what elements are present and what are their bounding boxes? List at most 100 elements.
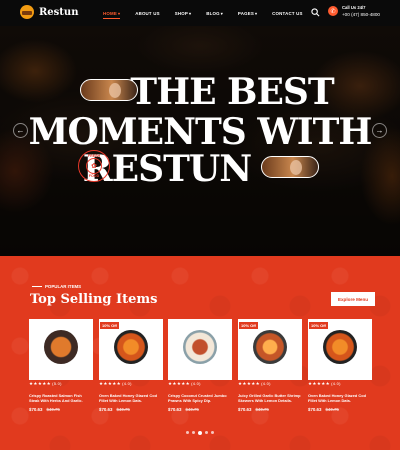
popular-items-section: POPULAR ITEMS Top Selling Items Explore … xyxy=(0,256,400,450)
hero-banner: THE BEST MOMENTS WITH RESTUN FRESH ✿ FOO… xyxy=(0,26,400,256)
star-icons: ★★★★★ xyxy=(168,381,191,386)
hero-heading-line-2: MOMENTS WITH xyxy=(28,111,373,153)
chevron-down-icon: ▾ xyxy=(254,10,258,16)
nav-home[interactable]: HOME ▾ xyxy=(103,10,121,19)
nav-contact-label: CONTACT US xyxy=(272,10,303,16)
nav-shop-label: SHOP xyxy=(174,10,188,16)
price: $70.63 xyxy=(238,407,252,412)
old-price: $40.75 xyxy=(116,407,130,412)
leaf-icon: ✿ xyxy=(86,158,102,174)
section-eyebrow: POPULAR ITEMS xyxy=(32,284,81,289)
burger-logo-icon xyxy=(20,5,34,19)
eyebrow-text: POPULAR ITEMS xyxy=(45,284,82,289)
rating-stars: ★★★★★(5.0) xyxy=(29,381,93,387)
dish-image xyxy=(253,330,287,364)
rating-stars: ★★★★★(4.0) xyxy=(99,381,163,387)
chevron-down-icon: ▾ xyxy=(220,10,223,16)
dish-image xyxy=(183,330,217,364)
nav-pages[interactable]: PAGES ▾ xyxy=(238,11,257,16)
product-card[interactable] xyxy=(29,319,93,380)
price: $70.63 xyxy=(308,407,322,412)
slider-prev-button[interactable]: ← xyxy=(13,123,28,138)
product-card[interactable]: 10% Off xyxy=(238,319,302,380)
star-icons: ★★★★★ xyxy=(29,381,52,386)
star-icons: ★★★★★ xyxy=(238,381,261,386)
site-header: Restun HOME ▾ ABOUT US SHOP ▾ BLOG ▾ PAGES ▾… xyxy=(0,0,400,26)
hero-heading-line-1: THE BEST xyxy=(0,71,400,113)
rating-value: (4.0) xyxy=(191,381,201,386)
price-row: $70.63 $40.75 xyxy=(238,407,302,412)
explore-menu-button[interactable]: Explore Menu xyxy=(331,292,375,306)
nav-shop[interactable]: SHOP ▾ xyxy=(175,11,191,16)
nav-about[interactable]: ABOUT US xyxy=(135,11,160,16)
logo-text: Restun xyxy=(39,6,79,18)
price: $70.63 xyxy=(99,407,113,412)
hero-pill-image xyxy=(261,156,319,178)
nav-about-label: ABOUT US xyxy=(135,10,160,16)
stamp-text-bottom: FOOD xyxy=(88,174,100,178)
call-label: Call Us 24/7 xyxy=(342,5,366,10)
price-row: $70.63 $40.75 xyxy=(308,407,372,412)
product-info: ★★★★★(4.0) Crispy Coconut Crusted Jumbo … xyxy=(168,381,232,412)
call-number[interactable]: +00 (47) 850-4800 xyxy=(342,12,380,17)
hero-heading-line-3: RESTUN xyxy=(0,148,400,190)
nav-blog[interactable]: BLOG ▾ xyxy=(206,11,223,16)
price-row: $70.63 $40.75 xyxy=(168,407,232,412)
eyebrow-line xyxy=(32,286,42,287)
fresh-food-stamp: FRESH ✿ FOOD xyxy=(78,150,110,182)
nav-home-label: HOME xyxy=(103,10,117,16)
logo[interactable]: Restun xyxy=(20,5,78,19)
product-name[interactable]: Oven Baked Honey Glazed Cod Fillet With … xyxy=(308,393,372,403)
slider-dot[interactable] xyxy=(205,431,208,434)
phone-icon[interactable]: ✆ xyxy=(328,6,338,16)
slider-dot[interactable] xyxy=(198,430,202,435)
rating-stars: ★★★★★(4.0) xyxy=(238,381,302,387)
call-info: Call Us 24/7 +00 (47) 850-4800 xyxy=(342,5,380,17)
old-price: $40.75 xyxy=(185,407,199,412)
chevron-down-icon: ▾ xyxy=(188,10,192,16)
product-info: ★★★★★(4.0) Oven Baked Honey Glazed Cod F… xyxy=(99,381,163,412)
price-row: $70.63 $40.75 xyxy=(99,407,163,412)
old-price: $40.75 xyxy=(255,407,269,412)
slider-pagination xyxy=(186,430,214,435)
old-price: $40.75 xyxy=(325,407,339,412)
slider-dot[interactable] xyxy=(186,431,189,434)
nav-pages-label: PAGES xyxy=(237,10,254,16)
price-row: $70.63 $40.75 xyxy=(29,407,93,412)
star-icons: ★★★★★ xyxy=(99,381,122,386)
section-title: Top Selling Items xyxy=(30,292,158,307)
product-info: ★★★★★(4.0) Juicy Grilled Garlic Butter S… xyxy=(238,381,302,412)
rating-stars: ★★★★★(4.0) xyxy=(168,381,232,387)
product-name[interactable]: Juicy Grilled Garlic Butter Shrimp Skewe… xyxy=(238,393,302,403)
product-name[interactable]: Crispy Roasted Salmon Fish Steak With He… xyxy=(29,393,93,403)
rating-value: (4.0) xyxy=(331,381,341,386)
product-info: ★★★★★(5.0) Crispy Roasted Salmon Fish St… xyxy=(29,381,93,412)
price: $70.63 xyxy=(168,407,182,412)
discount-badge: 10% Off xyxy=(309,322,328,329)
discount-badge: 10% Off xyxy=(100,322,119,329)
chevron-down-icon: ▾ xyxy=(117,10,121,16)
slider-dot[interactable] xyxy=(192,431,195,434)
dish-image xyxy=(114,330,148,364)
search-icon[interactable] xyxy=(311,8,320,17)
main-nav: HOME ▾ ABOUT US SHOP ▾ BLOG ▾ PAGES ▾ CONTAC… xyxy=(103,0,303,26)
nav-contact[interactable]: CONTACT US xyxy=(272,11,302,16)
hero-heading-text-1: THE BEST xyxy=(130,71,334,113)
slider-dot[interactable] xyxy=(211,431,214,434)
old-price: $40.75 xyxy=(46,407,60,412)
product-card[interactable] xyxy=(168,319,232,380)
stamp-text-top: FRESH xyxy=(87,154,101,158)
slider-next-button[interactable]: → xyxy=(372,123,387,138)
product-info: ★★★★★(4.0) Oven Baked Honey Glazed Cod F… xyxy=(308,381,372,412)
hero-pill-image xyxy=(80,79,138,101)
product-card[interactable]: 10% Off xyxy=(99,319,163,380)
rating-value: (4.0) xyxy=(261,381,271,386)
product-card[interactable]: 10% Off xyxy=(308,319,372,380)
discount-badge: 10% Off xyxy=(239,322,258,329)
product-name[interactable]: Oven Baked Honey Glazed Cod Fillet With … xyxy=(99,393,163,403)
price: $70.63 xyxy=(29,407,43,412)
product-name[interactable]: Crispy Coconut Crusted Jumbo Prawns With… xyxy=(168,393,232,403)
star-icons: ★★★★★ xyxy=(308,381,331,386)
nav-blog-label: BLOG xyxy=(206,10,220,16)
rating-value: (4.0) xyxy=(122,381,132,386)
